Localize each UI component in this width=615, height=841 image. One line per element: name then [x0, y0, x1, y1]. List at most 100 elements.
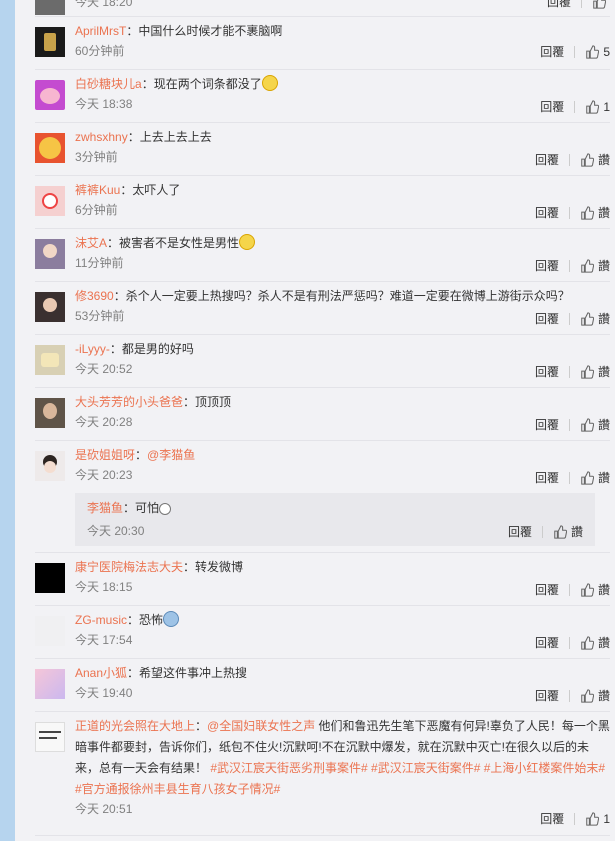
reply-button[interactable]: 回覆: [535, 363, 559, 380]
avatar[interactable]: [35, 292, 65, 322]
like-label: 讚: [597, 153, 610, 167]
like-label: 讚: [597, 636, 610, 650]
reply-button[interactable]: 回覆: [535, 310, 559, 327]
comment-item: 白砂糖块儿a：现在两个词条都没了 今天 18:38 回覆 1: [35, 70, 610, 123]
reply-button[interactable]: 回覆: [540, 43, 564, 60]
comment-item: 裤裤Kuu：太吓人了 6分钟前 回覆 讚: [35, 176, 610, 229]
comment-time: 3分钟前: [75, 150, 118, 164]
comment-username[interactable]: 大头芳芳的小头爸爸: [75, 395, 183, 409]
thumbs-up-icon: [581, 364, 594, 379]
like-button[interactable]: 1: [585, 812, 610, 826]
reply-button[interactable]: 回覆: [540, 810, 564, 827]
like-button[interactable]: 讚: [580, 634, 610, 651]
comment-text: 杀个人一定要上热搜吗？杀人不是有刑法严惩吗？难道一定要在微博上游街示众吗？: [125, 289, 570, 303]
like-button[interactable]: 讚: [553, 523, 583, 540]
sub-reply-text: 可怕: [135, 501, 160, 515]
reply-button[interactable]: 回覆: [535, 469, 559, 486]
like-button[interactable]: 讚: [580, 416, 610, 433]
comment-time: 60分钟前: [75, 44, 125, 58]
comment-username[interactable]: -iLyyy-: [75, 342, 110, 356]
comment-time: 今天 20:52: [75, 362, 133, 376]
avatar[interactable]: [35, 722, 65, 752]
comment-time: 今天 19:40: [75, 686, 133, 700]
divider: [568, 689, 570, 702]
reply-button[interactable]: 回覆: [535, 151, 559, 168]
like-button[interactable]: 5: [585, 45, 610, 59]
avatar[interactable]: [35, 616, 65, 646]
comment-username[interactable]: ZG-music: [75, 613, 127, 627]
divider: [568, 259, 570, 272]
avatar[interactable]: [35, 563, 65, 593]
like-button[interactable]: 讚: [580, 581, 610, 598]
like-button[interactable]: 讚: [580, 204, 610, 221]
divider: [574, 45, 576, 58]
comment-item: 正道的光会照在大地上：@全国妇联女性之声 他们和鲁迅先生笔下恶魔有何异!辜负了人…: [35, 712, 610, 836]
comment-username[interactable]: 白砂糖块儿a: [75, 77, 142, 91]
reply-button[interactable]: 回覆: [535, 634, 559, 651]
comment-username[interactable]: AprilMrsT: [75, 24, 126, 38]
thumbs-up-icon: [581, 688, 594, 703]
comment-time: 今天 20:51: [75, 802, 133, 816]
like-label: 讚: [597, 583, 610, 597]
reply-button[interactable]: 回覆: [547, 0, 571, 10]
smile-emoji-icon: [239, 234, 256, 250]
avatar[interactable]: [35, 239, 65, 269]
comment-item: Anan小狐：希望这件事冲上热搜 今天 19:40 回覆 讚: [35, 659, 610, 712]
like-button[interactable]: 讚: [580, 151, 610, 168]
avatar[interactable]: [35, 669, 65, 699]
comment-username[interactable]: 是砍姐姐呀: [75, 448, 135, 462]
thumbs-up-icon: [581, 152, 594, 167]
comment-item: 沫艾A：被害者不是女性是男性 11分钟前 回覆 讚: [35, 229, 610, 282]
like-button[interactable]: 讚: [580, 310, 610, 327]
avatar[interactable]: [35, 80, 65, 110]
avatar[interactable]: [35, 27, 65, 57]
like-button[interactable]: [592, 0, 610, 9]
comment-username[interactable]: zwhsxhny: [75, 130, 128, 144]
divider: [568, 636, 570, 649]
comment-time: 今天 20:28: [75, 415, 133, 429]
avatar[interactable]: [35, 451, 65, 481]
avatar[interactable]: [35, 0, 65, 15]
comment-username[interactable]: 正道的光会照在大地上: [75, 719, 195, 733]
comment-username[interactable]: 沫艾A: [75, 236, 107, 250]
like-count: 5: [603, 44, 610, 59]
divider: [568, 583, 570, 596]
like-button[interactable]: 讚: [580, 687, 610, 704]
comment-text: 都是男的好吗: [121, 342, 194, 356]
mention-link[interactable]: @李猫鱼: [147, 448, 195, 462]
mention-link[interactable]: @全国妇联女性之声: [207, 719, 315, 733]
sub-reply-username[interactable]: 李猫鱼: [87, 501, 123, 515]
reply-button[interactable]: 回覆: [535, 204, 559, 221]
like-button[interactable]: 讚: [580, 257, 610, 274]
divider: [574, 100, 576, 113]
avatar[interactable]: [35, 186, 65, 216]
reply-button[interactable]: 回覆: [540, 98, 564, 115]
reply-button[interactable]: 回覆: [535, 257, 559, 274]
comment-username[interactable]: Anan小狐: [75, 666, 127, 680]
like-button[interactable]: 1: [585, 100, 610, 114]
like-button[interactable]: 讚: [580, 363, 610, 380]
comment-item-partial: 今天 18:20 回覆: [35, 0, 610, 17]
like-button[interactable]: 讚: [580, 469, 610, 486]
thumbs-up-icon: [554, 524, 567, 539]
comment-username[interactable]: 修3690: [75, 289, 114, 303]
sub-reply-box: 李猫鱼：可怕 今天 20:30 回覆 讚: [75, 493, 595, 546]
avatar[interactable]: [35, 133, 65, 163]
like-count: 1: [603, 811, 610, 826]
thumbs-up-icon: [586, 99, 600, 114]
avatar[interactable]: [35, 345, 65, 375]
comment-text: 太吓人了: [132, 183, 181, 197]
thumbs-up-icon: [581, 417, 594, 432]
thumbs-up-icon: [581, 470, 594, 485]
avatar[interactable]: [35, 398, 65, 428]
comment-text: 顶顶顶: [195, 395, 232, 409]
reply-button[interactable]: 回覆: [535, 581, 559, 598]
comment-time: 11分钟前: [75, 256, 124, 270]
reply-button[interactable]: 回覆: [508, 523, 532, 540]
comment-username[interactable]: 裤裤Kuu: [75, 183, 120, 197]
comment-username[interactable]: 康宁医院梅法志大夫: [75, 560, 183, 574]
divider: [568, 206, 570, 219]
reply-button[interactable]: 回覆: [535, 416, 559, 433]
comment-time: 今天 18:38: [75, 97, 133, 111]
reply-button[interactable]: 回覆: [535, 687, 559, 704]
